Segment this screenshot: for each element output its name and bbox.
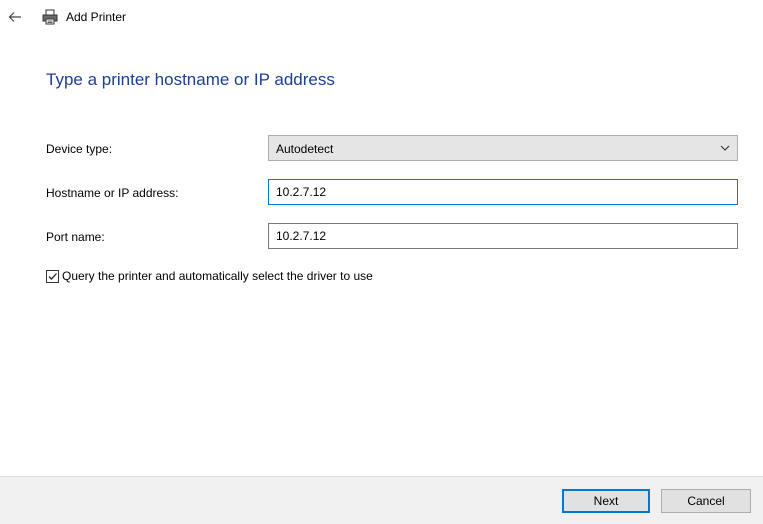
page-heading: Type a printer hostname or IP address xyxy=(46,70,335,89)
back-button[interactable] xyxy=(2,6,28,28)
checkmark-icon xyxy=(48,272,57,280)
printer-icon xyxy=(42,9,58,25)
query-driver-checkbox-label: Query the printer and automatically sele… xyxy=(62,269,373,283)
query-driver-checkbox[interactable] xyxy=(46,269,59,283)
device-type-label: Device type: xyxy=(46,142,113,156)
hostname-input[interactable] xyxy=(268,179,738,205)
hostname-label: Hostname or IP address: xyxy=(46,186,179,200)
query-driver-checkbox-row[interactable]: Query the printer and automatically sele… xyxy=(46,267,373,285)
next-button[interactable]: Next xyxy=(562,489,650,513)
device-type-value: Autodetect xyxy=(276,142,334,156)
device-type-dropdown[interactable]: Autodetect xyxy=(268,135,738,161)
back-arrow-icon xyxy=(8,12,21,22)
add-printer-window: Add Printer Type a printer hostname or I… xyxy=(0,0,763,524)
dialog-footer: Next Cancel xyxy=(0,476,763,524)
window-title: Add Printer xyxy=(66,10,127,24)
chevron-down-icon xyxy=(720,145,730,151)
title-bar: Add Printer xyxy=(0,0,763,34)
port-name-label: Port name: xyxy=(46,230,105,244)
cancel-button[interactable]: Cancel xyxy=(661,489,751,513)
port-name-input[interactable] xyxy=(268,223,738,249)
